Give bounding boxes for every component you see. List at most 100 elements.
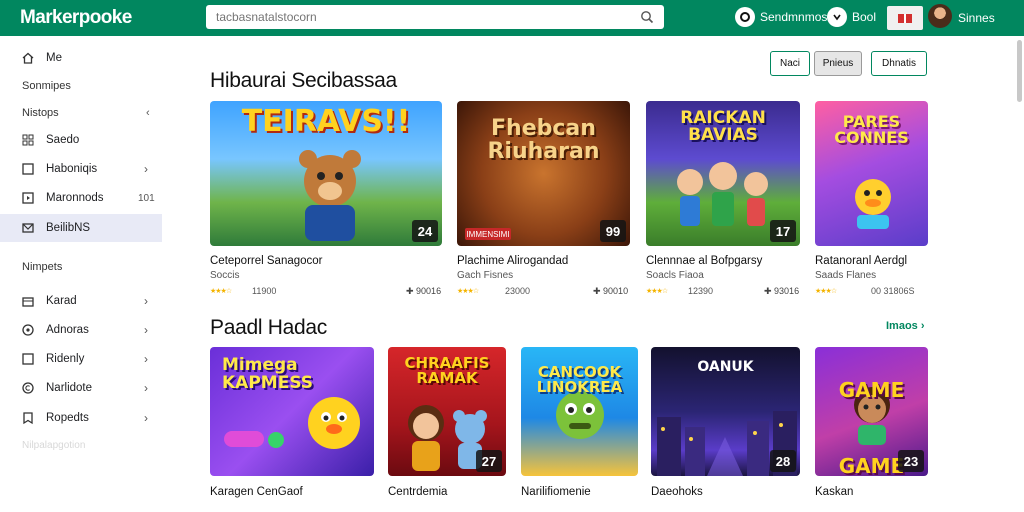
grid-icon bbox=[22, 134, 34, 146]
chevron-right-icon: › bbox=[144, 294, 148, 308]
game-art-title: OANUK bbox=[697, 358, 754, 375]
candy-icon bbox=[224, 431, 284, 448]
game-art-title: Fhebcan Riuharan bbox=[487, 116, 600, 164]
game-card[interactable]: PARES CONNES Ratanoranl Aerdgl Saads Fla… bbox=[815, 101, 928, 296]
chevron-right-icon: › bbox=[144, 162, 148, 176]
sidebar-item-haboniqis[interactable]: Haboniqis › bbox=[0, 155, 162, 183]
search-bar[interactable] bbox=[206, 5, 664, 29]
user-name[interactable]: Sinnes bbox=[958, 11, 995, 25]
square-icon bbox=[22, 163, 34, 175]
circle-icon bbox=[22, 324, 34, 336]
top-app-bar: Markerpooke Sendmnmos Bool Sinnes bbox=[0, 0, 1024, 36]
header-games-label: Sendmnmos bbox=[760, 10, 828, 24]
game-title[interactable]: Centrdemia bbox=[388, 486, 447, 498]
sidebar-item-maronnods[interactable]: Maronnods 101 bbox=[0, 184, 162, 212]
game-thumbnail[interactable]: Mimega KAPMESS bbox=[210, 347, 374, 476]
sidebar: Me Sonmipes Nistops ‹ Saedo Haboniqis › … bbox=[0, 36, 162, 512]
see-more-link[interactable]: Imaos › bbox=[886, 320, 925, 332]
game-card[interactable]: TEIRAVS!! 24 Ceteporrel Sanagocor Soccis… bbox=[210, 101, 442, 296]
filter-button-previous[interactable]: Pnieus bbox=[814, 51, 862, 76]
sidebar-item-saedo[interactable]: Saedo bbox=[0, 126, 162, 154]
copyright-icon bbox=[22, 382, 34, 394]
game-card[interactable]: OANUK 28 Daeohoks bbox=[651, 347, 800, 498]
sidebar-item-narlidote[interactable]: Narlidote › bbox=[0, 374, 162, 402]
game-art-title: PARES CONNES bbox=[834, 112, 909, 148]
sale-tag: IMMENSIMI bbox=[465, 228, 511, 240]
game-art-title: CANCOOK LINOKREA bbox=[536, 363, 623, 397]
game-developer: Saads Flanes bbox=[815, 270, 877, 281]
game-thumbnail[interactable]: PARES CONNES bbox=[815, 101, 928, 246]
sidebar-item-count: 101 bbox=[138, 192, 155, 204]
chevron-right-icon: › bbox=[144, 381, 148, 395]
install-count: ✚ 90010 bbox=[593, 286, 629, 296]
chevron-right-icon: › bbox=[144, 323, 148, 337]
filter-button-new[interactable]: Naci bbox=[770, 51, 810, 76]
game-title[interactable]: Plachime Alirogandad bbox=[457, 255, 568, 267]
game-art-title: Mimega KAPMESS bbox=[222, 355, 314, 393]
sidebar-item-adnoras[interactable]: Adnoras › bbox=[0, 316, 162, 344]
header-games-link[interactable]: Sendmnmos bbox=[735, 7, 827, 27]
sidebar-item-ropedts[interactable]: Ropedts › bbox=[0, 404, 162, 432]
game-thumbnail[interactable]: CHRAAFIS RAMAK 27 bbox=[388, 347, 506, 476]
game-card[interactable]: RAICKAN BAVIAS 17 Clennnae al Bofpgarsy … bbox=[646, 101, 800, 296]
game-title[interactable]: Daeohoks bbox=[651, 486, 703, 498]
game-title[interactable]: Kaskan bbox=[815, 486, 853, 498]
sidebar-item-label: Karad bbox=[46, 295, 77, 307]
sidebar-item-ridenly[interactable]: Ridenly › bbox=[0, 345, 162, 373]
sidebar-item-karad[interactable]: Karad › bbox=[0, 287, 162, 315]
header-apps-link[interactable]: Bool bbox=[827, 7, 876, 27]
gift-icon[interactable] bbox=[887, 6, 923, 30]
search-input[interactable] bbox=[216, 10, 640, 24]
sidebar-item-label: Ridenly bbox=[46, 353, 85, 365]
game-card[interactable]: CHRAAFIS RAMAK 27 Centrdemia bbox=[388, 347, 506, 498]
game-art-title: RAICKAN BAVIAS bbox=[680, 107, 766, 146]
game-title[interactable]: Clennnae al Bofpgarsy bbox=[646, 255, 762, 267]
sidebar-item-home[interactable]: Me bbox=[0, 44, 162, 72]
chevron-left-icon[interactable]: ‹ bbox=[146, 107, 150, 119]
rating-badge: 99 bbox=[600, 220, 626, 242]
download-count: 12390 bbox=[688, 286, 714, 296]
section-title: Hibaurai Secibassaa bbox=[210, 69, 397, 92]
badge-icon bbox=[23, 412, 33, 425]
rating-badge: 27 bbox=[476, 450, 502, 472]
apps-icon bbox=[827, 7, 847, 27]
home-icon bbox=[22, 52, 34, 64]
mail-icon bbox=[22, 223, 34, 233]
section-title: Paadl Hadac bbox=[210, 316, 327, 339]
search-icon[interactable] bbox=[640, 10, 654, 24]
sidebar-section-heading: Nimpets bbox=[22, 261, 63, 273]
download-count: 00 31806S bbox=[871, 286, 915, 296]
game-thumbnail[interactable]: OANUK 28 bbox=[651, 347, 800, 476]
rating-badge: 28 bbox=[770, 450, 796, 472]
sidebar-item-label: Saedo bbox=[46, 134, 80, 146]
sidebar-section-heading: Nistops bbox=[22, 107, 59, 119]
sidebar-item-label: Narlidote bbox=[46, 382, 93, 394]
game-card[interactable]: Mimega KAPMESS Karagen CenGaof bbox=[210, 347, 374, 498]
game-thumbnail[interactable]: Fhebcan Riuharan IMMENSIMI 99 bbox=[457, 101, 630, 246]
game-title[interactable]: Ratanoranl Aerdgl bbox=[815, 255, 907, 267]
game-thumbnail[interactable]: RAICKAN BAVIAS 17 bbox=[646, 101, 800, 246]
sidebar-item-label: Haboniqis bbox=[46, 163, 98, 175]
sidebar-item-beilibns[interactable]: BeilibNS bbox=[0, 214, 162, 242]
download-count: 11900 bbox=[252, 286, 277, 296]
game-thumbnail[interactable]: GAME GAME 23 bbox=[815, 347, 928, 476]
game-card[interactable]: CANCOOK LINOKREA Narilifiomenie bbox=[521, 347, 638, 498]
scrollbar-thumb[interactable] bbox=[1017, 40, 1022, 102]
game-thumbnail[interactable]: CANCOOK LINOKREA bbox=[521, 347, 638, 476]
rating-badge: 17 bbox=[770, 220, 796, 242]
game-title[interactable]: Narilifiomenie bbox=[521, 486, 591, 498]
game-developer: Soccis bbox=[210, 270, 240, 281]
game-card[interactable]: GAME GAME 23 Kaskan bbox=[815, 347, 928, 498]
chevron-right-icon: › bbox=[144, 411, 148, 425]
user-avatar[interactable] bbox=[928, 4, 952, 28]
game-title[interactable]: Ceteporrel Sanagocor bbox=[210, 255, 323, 267]
game-title[interactable]: Karagen CenGaof bbox=[210, 486, 303, 498]
game-card[interactable]: Fhebcan Riuharan IMMENSIMI 99 Plachime A… bbox=[457, 101, 630, 296]
app-logo[interactable]: Markerpooke bbox=[20, 7, 132, 29]
install-count: ✚ 90016 bbox=[406, 286, 442, 296]
filter-button-details[interactable]: Dhnatis bbox=[871, 51, 927, 76]
duck-character-icon bbox=[855, 179, 891, 229]
game-thumbnail[interactable]: TEIRAVS!! 24 bbox=[210, 101, 442, 246]
bear-character-icon bbox=[299, 150, 361, 241]
star-rating: ★★★☆ bbox=[457, 288, 479, 295]
